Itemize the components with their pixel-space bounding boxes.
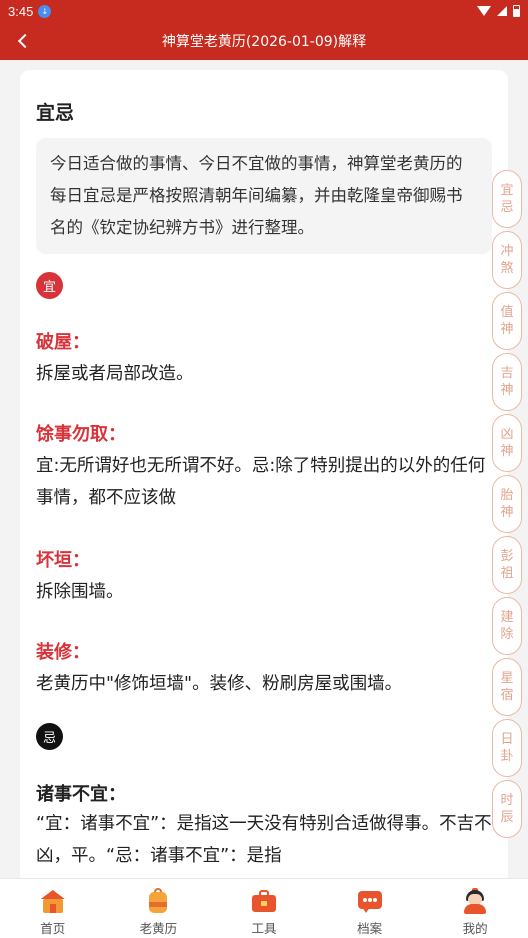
profile-avatar-icon: [462, 888, 488, 914]
nav-almanac[interactable]: 老黄历: [106, 879, 212, 938]
nav-label: 首页: [40, 921, 66, 936]
status-time: 3:45: [8, 3, 34, 19]
status-bar: 3:45 ↓: [0, 0, 528, 22]
chat-bubble-icon: [357, 888, 383, 914]
ji-desc: “宜：诸事不宜”：是指这一天没有特别合适做得事。不吉不凶，平。“忌：诸事不宜”：…: [36, 814, 492, 866]
yi-desc: 拆屋或者局部改造。: [36, 364, 194, 384]
side-tab-chongsha[interactable]: 冲煞: [492, 231, 522, 289]
nav-label: 我的: [462, 921, 488, 936]
yi-term: 装修：: [36, 642, 90, 663]
side-tab-shichen[interactable]: 时辰: [492, 780, 522, 838]
home-icon: [40, 888, 66, 914]
nav-mine[interactable]: 我的: [422, 879, 528, 938]
yi-desc: 拆除围墙。: [36, 582, 124, 602]
battery-icon: [513, 5, 520, 17]
ji-badge: 忌: [36, 723, 63, 750]
ji-term: 诸事不宜：: [36, 784, 126, 805]
toolbox-icon: [251, 888, 277, 914]
nav-label: 档案: [357, 921, 383, 936]
nav-label: 工具: [251, 921, 277, 936]
chevron-left-icon: [17, 33, 33, 49]
nav-tools[interactable]: 工具: [211, 879, 317, 938]
nav-home[interactable]: 首页: [0, 879, 106, 938]
yi-term: 坏垣：: [36, 550, 90, 571]
almanac-bag-icon: [145, 888, 171, 914]
nav-label: 老黄历: [139, 921, 178, 936]
wifi-icon: [477, 6, 491, 16]
nav-archive[interactable]: 档案: [317, 879, 423, 938]
side-tab-jishen[interactable]: 吉神: [492, 353, 522, 411]
back-button[interactable]: [12, 30, 34, 52]
side-tab-xingsu[interactable]: 星宿: [492, 658, 522, 716]
page-title: 神算堂老黄历(2026-01-09)解释: [161, 34, 367, 50]
download-notification-icon: ↓: [38, 4, 52, 18]
title-bar: 神算堂老黄历(2026-01-09)解释: [0, 22, 528, 60]
side-tab-zhishen[interactable]: 值神: [492, 292, 522, 350]
side-tab-yiji[interactable]: 宜忌: [492, 170, 522, 228]
side-tab-pengzu[interactable]: 彭祖: [492, 536, 522, 594]
yi-badge: 宜: [36, 272, 63, 299]
bottom-nav: 首页 老黄历 工具 档案 我的: [0, 878, 528, 938]
yi-desc: 宜:无所谓好也无所谓不好。忌:除了特别提出的以外的任何事情，都不应该做: [36, 456, 486, 508]
side-tab-xiongshen[interactable]: 凶神: [492, 414, 522, 472]
side-tab-jianchu[interactable]: 建除: [492, 597, 522, 655]
signal-icon: [497, 6, 507, 16]
yi-term: 破屋：: [36, 332, 90, 353]
section-title: 宜忌: [36, 102, 75, 124]
side-tab-rigua[interactable]: 日卦: [492, 719, 522, 777]
yi-desc: 老黄历中"修饰垣墙"。装修、粉刷房屋或围墙。: [36, 674, 403, 694]
yi-term: 馀事勿取：: [36, 424, 126, 445]
content-card[interactable]: 宜忌 今日适合做的事情、今日不宜做的事情，神算堂老黄历的每日宜忌是严格按照清朝年…: [20, 70, 508, 890]
side-tab-taishen[interactable]: 胎神: [492, 475, 522, 533]
intro-text: 今日适合做的事情、今日不宜做的事情，神算堂老黄历的每日宜忌是严格按照清朝年间编纂…: [36, 138, 492, 254]
